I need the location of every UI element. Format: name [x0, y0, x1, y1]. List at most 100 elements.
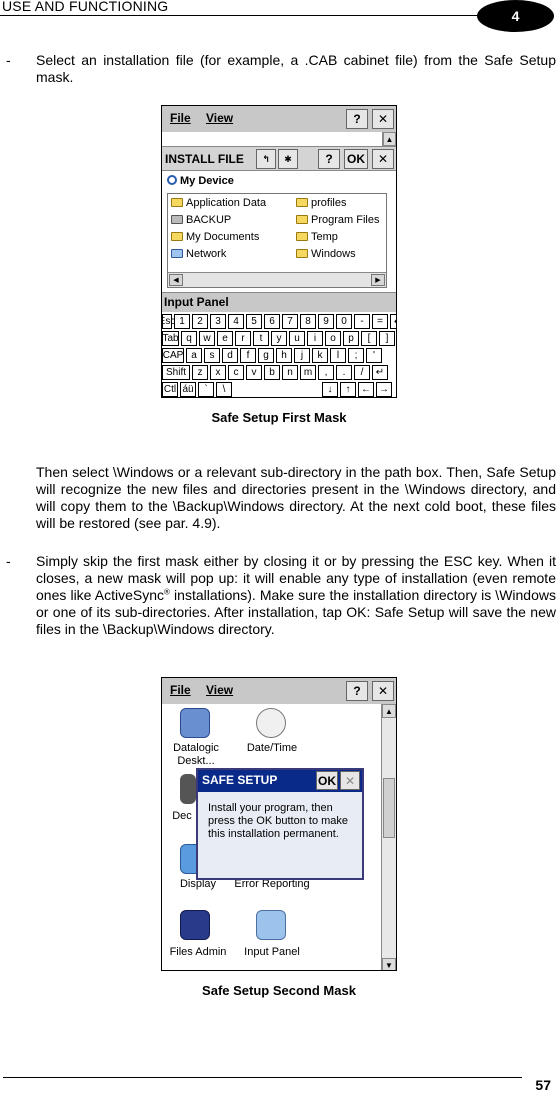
date-time-label: Date/Time	[246, 742, 298, 754]
keyboard-key[interactable]: f	[240, 348, 256, 363]
dialog-close-button[interactable]: ✕	[372, 149, 394, 169]
scroll-down-icon[interactable]: ▼	[382, 958, 396, 970]
keyboard-key[interactable]: u	[289, 331, 305, 346]
keyboard-key[interactable]: Esc	[162, 314, 175, 329]
scroll-up-icon[interactable]: ▲	[382, 704, 396, 718]
keyboard-key[interactable]: e	[217, 331, 233, 346]
menu-file[interactable]: File	[170, 683, 191, 697]
keyboard-key[interactable]: ;	[348, 348, 364, 363]
keyboard-key[interactable]: 0	[336, 314, 352, 329]
keyboard-key[interactable]: i	[307, 331, 323, 346]
help-button[interactable]: ?	[346, 109, 368, 129]
keyboard-key[interactable]: 2	[192, 314, 208, 329]
scroll-left-icon[interactable]: ◀	[169, 274, 183, 286]
keyboard-key[interactable]: 9	[318, 314, 334, 329]
keyboard-key[interactable]: 6	[264, 314, 280, 329]
keyboard-key[interactable]: 3	[210, 314, 226, 329]
close-button[interactable]: ✕	[372, 681, 394, 701]
keyboard-key[interactable]: q	[181, 331, 197, 346]
file-item[interactable]: profiles	[296, 197, 346, 209]
keyboard-key[interactable]: k	[312, 348, 328, 363]
keyboard-key[interactable]: ↓	[322, 382, 338, 397]
menu-view[interactable]: View	[206, 111, 233, 125]
scroll-right-icon[interactable]: ▶	[371, 274, 385, 286]
keyboard-key[interactable]: l	[330, 348, 346, 363]
keyboard-key[interactable]: Shift	[162, 365, 190, 380]
keyboard-key[interactable]: ↑	[340, 382, 356, 397]
file-item[interactable]: My Documents	[171, 231, 259, 243]
keyboard-key[interactable]: \	[216, 382, 232, 397]
keyboard-key[interactable]: z	[192, 365, 208, 380]
keyboard-key[interactable]: v	[246, 365, 262, 380]
keyboard-key[interactable]: 7	[282, 314, 298, 329]
keyboard-key[interactable]: n	[282, 365, 298, 380]
keyboard-key[interactable]: →	[376, 382, 392, 397]
file-item[interactable]: Program Files	[296, 214, 379, 226]
keyboard-key[interactable]: b	[264, 365, 280, 380]
keyboard-key[interactable]: j	[294, 348, 310, 363]
ok-button[interactable]: OK	[344, 149, 368, 169]
keyboard-key[interactable]: 5	[246, 314, 262, 329]
keyboard-key[interactable]: =	[372, 314, 388, 329]
keyboard-key[interactable]: m	[300, 365, 316, 380]
vertical-scrollbar[interactable]: ▲	[382, 132, 396, 146]
horizontal-scrollbar[interactable]: ◀ ▶	[168, 272, 386, 287]
keyboard-key[interactable]: [	[361, 331, 377, 346]
file-item[interactable]: BACKUP	[171, 214, 231, 226]
file-item[interactable]: Windows	[296, 248, 356, 260]
keyboard-key[interactable]: w	[199, 331, 215, 346]
device-icon[interactable]	[180, 774, 196, 804]
keyboard-key[interactable]: -	[354, 314, 370, 329]
keyboard-key[interactable]: /	[354, 365, 370, 380]
folder-icon	[171, 198, 183, 207]
scroll-thumb[interactable]	[383, 778, 395, 838]
location-path[interactable]: My Device	[167, 175, 234, 187]
keyboard-key[interactable]: h	[276, 348, 292, 363]
keyboard-key[interactable]: CAP	[162, 348, 184, 363]
keyboard-key[interactable]: 8	[300, 314, 316, 329]
file-item[interactable]: Application Data	[171, 197, 266, 209]
keyboard-key[interactable]: ←	[358, 382, 374, 397]
popup-close-button[interactable]: ✕	[340, 771, 360, 790]
popup-ok-button[interactable]: OK	[316, 771, 338, 790]
help-button[interactable]: ?	[346, 681, 368, 701]
keyboard-key[interactable]: s	[204, 348, 220, 363]
keyboard-key[interactable]: d	[222, 348, 238, 363]
keyboard-key[interactable]: Tab	[162, 331, 179, 346]
keyboard-key[interactable]: a	[186, 348, 202, 363]
keyboard-key[interactable]: ]	[379, 331, 395, 346]
files-admin-icon[interactable]	[180, 910, 210, 940]
keyboard-key[interactable]: ,	[318, 365, 334, 380]
keyboard-key[interactable]: '	[366, 348, 382, 363]
keyboard-key[interactable]: ◆	[390, 314, 396, 329]
keyboard-key[interactable]: .	[336, 365, 352, 380]
keyboard-key[interactable]: x	[210, 365, 226, 380]
keyboard-key[interactable]: y	[271, 331, 287, 346]
menu-file[interactable]: File	[170, 111, 191, 125]
keyboard-key[interactable]: 4	[228, 314, 244, 329]
new-folder-icon[interactable]: ✱	[278, 149, 298, 169]
keyboard-key[interactable]: g	[258, 348, 274, 363]
keyboard-key[interactable]: ↵	[372, 365, 388, 380]
keyboard-key[interactable]: áü	[180, 382, 196, 397]
keyboard-key[interactable]: o	[325, 331, 341, 346]
file-item[interactable]: Temp	[296, 231, 338, 243]
menu-view[interactable]: View	[206, 683, 233, 697]
vertical-scrollbar[interactable]: ▲ ▼	[381, 704, 396, 970]
keyboard-key[interactable]: `	[198, 382, 214, 397]
datalogic-desktop-icon[interactable]	[180, 708, 210, 738]
scroll-up-icon[interactable]: ▲	[383, 132, 396, 146]
keyboard-key[interactable]: t	[253, 331, 269, 346]
keyboard-key[interactable]: Ctl	[162, 382, 178, 397]
file-item[interactable]: Network	[171, 248, 226, 260]
keyboard-key[interactable]: p	[343, 331, 359, 346]
dialog-help-button[interactable]: ?	[318, 149, 340, 169]
keyboard-key[interactable]: c	[228, 365, 244, 380]
keyboard-key[interactable]: r	[235, 331, 251, 346]
date-time-icon[interactable]	[256, 708, 286, 738]
close-button[interactable]: ✕	[372, 109, 394, 129]
second-mask-screenshot: File View ? ✕ ▲ ▼ Datalogic Deskt... Dat…	[161, 677, 397, 971]
keyboard-key[interactable]: 1	[174, 314, 190, 329]
input-panel-icon[interactable]	[256, 910, 286, 940]
up-folder-icon[interactable]: ↰	[256, 149, 276, 169]
